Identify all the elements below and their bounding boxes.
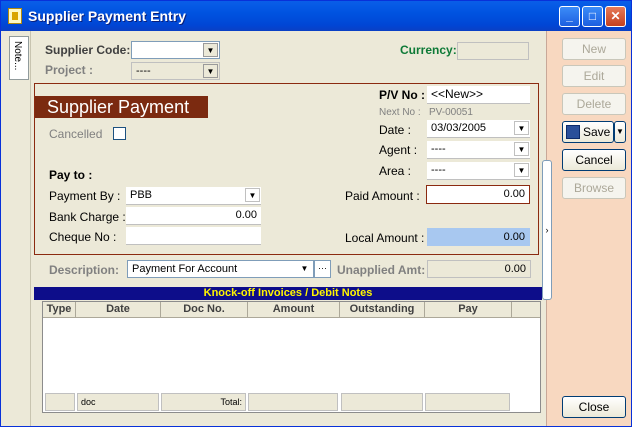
- window-title: Supplier Payment Entry: [28, 8, 186, 24]
- supplier-payment-window: Supplier Payment Entry _ □ ✕ Note... Sup…: [0, 0, 632, 427]
- cheque-no-label: Cheque No :: [49, 230, 117, 244]
- grid-header-type[interactable]: Type: [43, 302, 76, 318]
- chevron-down-icon[interactable]: ▼: [514, 121, 529, 135]
- close-button[interactable]: Close: [562, 396, 626, 418]
- supplier-code-label: Supplier Code:: [45, 43, 131, 57]
- knock-off-grid-title: Knock-off Invoices / Debit Notes: [34, 287, 542, 300]
- unapplied-amt-label: Unapplied Amt:: [337, 263, 426, 277]
- pv-no-label: P/V No :: [379, 88, 426, 102]
- payment-by-value: PBB: [130, 189, 153, 201]
- action-pane: › New Edit Delete Save ▼ Cancel Browse C…: [542, 31, 631, 426]
- collapse-pane-handle[interactable]: ›: [542, 160, 552, 300]
- note-tab[interactable]: Note...: [9, 36, 29, 80]
- description-value: Payment For Account: [132, 263, 238, 275]
- grid-header-filler: [512, 302, 540, 318]
- local-amount-field: 0.00: [427, 228, 530, 246]
- grid-footer-pay: [425, 393, 510, 411]
- next-no-value: PV-00051: [429, 107, 473, 118]
- project-value: ----: [136, 65, 151, 77]
- close-window-button[interactable]: ✕: [605, 6, 626, 27]
- edit-button[interactable]: Edit: [562, 65, 626, 87]
- knock-off-grid[interactable]: Type Date Doc No. Amount Outstanding Pay…: [42, 301, 541, 413]
- cheque-no-field[interactable]: [126, 227, 261, 245]
- paid-amount-label: Paid Amount :: [345, 189, 420, 203]
- delete-button[interactable]: Delete: [562, 93, 626, 115]
- payment-by-label: Payment By :: [49, 189, 121, 203]
- next-no-label: Next No :: [379, 107, 421, 118]
- grid-header-outstanding[interactable]: Outstanding: [340, 302, 425, 318]
- description-lookup-button[interactable]: ···: [314, 260, 331, 278]
- date-value: 03/03/2005: [431, 122, 487, 134]
- currency-field: [457, 42, 529, 60]
- save-options-dropdown[interactable]: ▼: [614, 121, 626, 143]
- date-picker[interactable]: 03/03/2005 ▼: [427, 120, 530, 138]
- cancelled-checkbox[interactable]: [113, 127, 126, 140]
- chevron-down-icon[interactable]: ▼: [514, 163, 529, 177]
- grid-footer-amount: [248, 393, 338, 411]
- project-select[interactable]: ---- ▼: [131, 62, 220, 80]
- pay-to-label: Pay to :: [49, 168, 93, 182]
- app-icon: [8, 8, 22, 24]
- maximize-button[interactable]: □: [582, 6, 603, 27]
- grid-footer-total-label: Total:: [161, 393, 246, 411]
- pv-no-field[interactable]: <<New>>: [427, 86, 530, 104]
- area-label: Area :: [379, 164, 412, 178]
- unapplied-amt-field: 0.00: [427, 260, 531, 278]
- bank-charge-label: Bank Charge :: [49, 210, 126, 224]
- left-strip: [3, 31, 31, 426]
- paid-amount-field[interactable]: 0.00: [426, 185, 530, 204]
- chevron-down-icon[interactable]: ▼: [203, 43, 218, 57]
- floppy-disk-icon: [566, 125, 580, 139]
- browse-button[interactable]: Browse: [562, 177, 626, 199]
- title-bar[interactable]: Supplier Payment Entry _ □ ✕: [1, 1, 631, 31]
- project-label: Project :: [45, 63, 94, 77]
- save-button-label: Save: [583, 125, 611, 139]
- agent-label: Agent :: [379, 143, 418, 157]
- chevron-down-icon[interactable]: ▼: [297, 262, 312, 276]
- description-label: Description:: [49, 263, 120, 277]
- supplier-payment-banner: Supplier Payment: [35, 96, 208, 118]
- cancel-button[interactable]: Cancel: [562, 149, 626, 171]
- agent-value: ----: [431, 143, 446, 155]
- grid-footer-doc: doc: [77, 393, 159, 411]
- chevron-down-icon[interactable]: ▼: [203, 64, 218, 78]
- minimize-button[interactable]: _: [559, 6, 580, 27]
- supplier-code-select[interactable]: ▼: [131, 41, 220, 59]
- chevron-down-icon[interactable]: ▼: [514, 142, 529, 156]
- local-amount-label: Local Amount :: [345, 231, 425, 245]
- grid-footer-cell: [45, 393, 75, 411]
- grid-header-date[interactable]: Date: [76, 302, 161, 318]
- save-button[interactable]: Save: [562, 121, 614, 143]
- area-value: ----: [431, 164, 446, 176]
- note-tab-label: Note...: [12, 41, 23, 71]
- grid-header-pay[interactable]: Pay: [425, 302, 512, 318]
- currency-label: Currency:: [400, 43, 457, 57]
- area-select[interactable]: ---- ▼: [427, 162, 530, 180]
- payment-by-select[interactable]: PBB ▼: [126, 187, 261, 205]
- bank-charge-field[interactable]: 0.00: [126, 207, 261, 225]
- new-button[interactable]: New: [562, 38, 626, 60]
- grid-header-amount[interactable]: Amount: [248, 302, 340, 318]
- grid-header-doc-no[interactable]: Doc No.: [161, 302, 248, 318]
- agent-select[interactable]: ---- ▼: [427, 141, 530, 159]
- chevron-down-icon[interactable]: ▼: [245, 188, 260, 202]
- grid-footer-outstanding: [341, 393, 423, 411]
- cancelled-label: Cancelled: [49, 127, 103, 141]
- date-label: Date :: [379, 123, 412, 137]
- description-select[interactable]: Payment For Account ▼: [127, 260, 314, 278]
